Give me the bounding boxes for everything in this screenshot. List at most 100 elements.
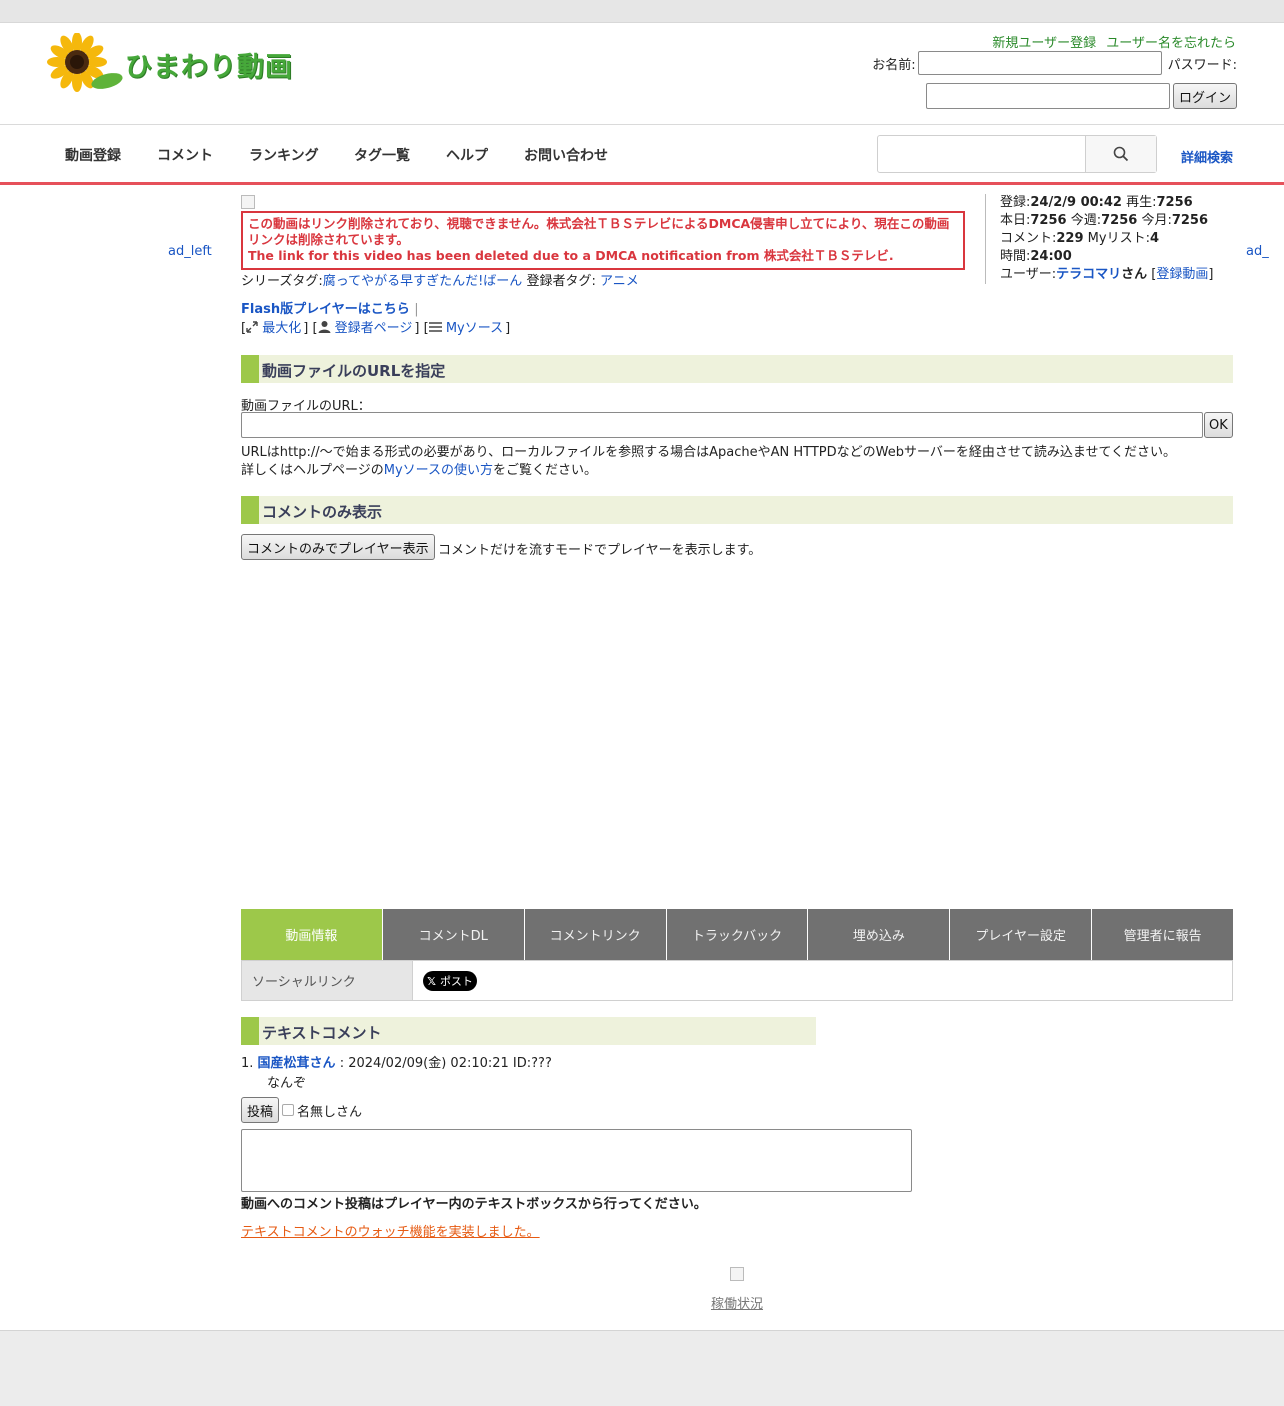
series-tag-label: シリーズタグ: (241, 274, 323, 289)
url-note-line1: URLはhttp://～で始まる形式の必要があり、ローカルファイルを参照する場合… (241, 445, 1177, 460)
user-name-link[interactable]: テラコマリ (1056, 267, 1121, 282)
stats-line-3: コメント:229 Myリスト:4 (1000, 230, 1235, 248)
plays-label: 再生: (1126, 195, 1157, 210)
anonymous-label: 名無しさん (297, 1104, 363, 1120)
registered-label: 登録: (1000, 195, 1031, 210)
anonymous-checkbox[interactable] (282, 1104, 295, 1116)
nav-item-upload[interactable]: 動画登録 (65, 145, 121, 165)
video-url-input[interactable] (241, 412, 1203, 438)
user-suffix: さん (1121, 267, 1148, 282)
status-image (730, 1267, 744, 1281)
comment-body: なんぞ (267, 1076, 307, 1091)
tool-links: [ 最大化] [ 登録者ページ] [ Myソース] (241, 321, 511, 336)
username-input[interactable] (917, 51, 1162, 75)
url-section-title: 動画ファイルのURLを指定 (262, 362, 446, 380)
search-input[interactable] (877, 135, 1157, 173)
owner-tag-link[interactable]: アニメ (600, 274, 639, 289)
post-button[interactable]: 投稿 (241, 1097, 280, 1123)
owner-page-link[interactable]: 登録者ページ (335, 321, 413, 336)
watch-feature-link[interactable]: テキストコメントのウォッチ機能を実装しました。 (241, 1221, 540, 1240)
name-label: お名前: (872, 57, 916, 73)
comment-only-player-button[interactable]: コメントのみでプレイヤー表示 (241, 534, 435, 560)
comments-label: コメント: (1000, 231, 1057, 246)
comment-author-link[interactable]: 国産松茸さん (258, 1056, 336, 1071)
today-label: 本日: (1000, 213, 1031, 228)
mylist-value: 4 (1149, 231, 1160, 246)
tab-player-settings[interactable]: プレイヤー設定 (950, 909, 1093, 960)
x-logo-icon: 𝕏 (427, 974, 436, 988)
user-label: ユーザー: (1000, 267, 1057, 282)
register-link[interactable]: 新規ユーザー登録 (992, 36, 1096, 51)
logo-text: ひまわり動画 (125, 52, 293, 83)
stats-line-4: 時間:24:00 (1000, 248, 1235, 266)
browser-top-strip (0, 0, 1284, 23)
login-row: お名前: パスワード: (872, 51, 1237, 75)
ok-button[interactable]: OK (1204, 412, 1233, 438)
maximize-icon (246, 321, 258, 333)
search-icon (1113, 146, 1129, 162)
nav-item-contact[interactable]: お問い合わせ (524, 145, 608, 165)
sunflower-icon (47, 32, 123, 92)
week-value: 7256 (1101, 213, 1138, 228)
tab-comment-download[interactable]: コメントDL (382, 909, 525, 960)
ad-left-image[interactable]: ad_left (168, 244, 212, 259)
site-logo[interactable]: ひまわり動画 (47, 32, 297, 93)
user-videos-link[interactable]: 登録動画 (1156, 267, 1208, 282)
comment-number: 1. (241, 1056, 254, 1071)
owner-tag-label: 登録者タグ: (526, 274, 596, 289)
url-note-prefix: 詳しくはヘルプページの (241, 463, 384, 478)
service-status-link[interactable]: 稼働状況 (711, 1293, 763, 1312)
week-label: 今週: (1070, 213, 1102, 228)
url-note: URLはhttp://～で始まる形式の必要があり、ローカルファイルを参照する場合… (241, 444, 1176, 480)
today-value: 7256 (1030, 213, 1067, 228)
social-links-label: ソーシャルリンク (242, 961, 413, 1000)
flash-player-link[interactable]: Flash版プレイヤーはこちら (241, 302, 410, 317)
comment-only-heading: コメントのみ表示 (241, 496, 1233, 524)
tab-report-admin[interactable]: 管理者に報告 (1092, 909, 1234, 960)
comment-textarea[interactable] (241, 1129, 912, 1192)
user-icon (318, 321, 331, 333)
tab-trackback[interactable]: トラックバック (666, 909, 809, 960)
tab-comment-link[interactable]: コメントリンク (524, 909, 667, 960)
password-input[interactable] (925, 83, 1170, 109)
ad-right-image[interactable]: ad_ (1246, 244, 1269, 259)
advanced-search-link[interactable]: 詳細検索 (1181, 147, 1233, 166)
tag-row: シリーズタグ:腐ってやがる早すぎたんだ!ばーん 登録者タグ: アニメ (241, 270, 639, 289)
stats-line-2: 本日:7256 今週:7256 今月:7256 (1000, 212, 1235, 230)
nav-item-tags[interactable]: タグ一覧 (354, 145, 410, 165)
registered-value: 24/2/9 00:42 (1030, 195, 1122, 210)
tab-video-info[interactable]: 動画情報 (241, 909, 383, 960)
nav-item-ranking[interactable]: ランキング (249, 145, 319, 165)
video-thumbnail-image (241, 195, 255, 209)
video-stats: 登録:24/2/9 00:42 再生:7256 本日:7256 今週:7256 … (985, 194, 1235, 284)
url-section-heading: 動画ファイルのURLを指定 (241, 355, 1233, 383)
comment-only-note: コメントだけを流すモードでプレイヤーを表示します。 (438, 543, 762, 558)
login-row-2: ログイン (925, 83, 1237, 109)
comment-post-note: 動画へのコメント投稿はプレイヤー内のテキストボックスから行ってください。 (241, 1197, 707, 1212)
my-source-link[interactable]: Myソース (446, 321, 503, 336)
info-tabs: 動画情報 コメントDL コメントリンク トラックバック 埋め込み プレイヤー設定… (241, 909, 1234, 960)
post-row: 投稿 名無しさん (241, 1097, 362, 1123)
page-content: ひまわり動画 新規ユーザー登録 ユーザー名を忘れたら お名前: パスワード: ロ… (0, 23, 1284, 1330)
x-post-button[interactable]: 𝕏 ポスト (423, 971, 477, 991)
forgot-username-link[interactable]: ユーザー名を忘れたら (1106, 36, 1236, 51)
nav-item-help[interactable]: ヘルプ (446, 145, 488, 165)
month-value: 7256 (1171, 213, 1209, 228)
x-post-label: ポスト (439, 975, 473, 988)
text-comment-heading: テキストコメント (241, 1017, 816, 1045)
main-nav: 動画登録 コメント ランキング タグ一覧 ヘルプ お問い合わせ 詳細検索 (0, 124, 1284, 185)
comment-entry: 1. 国産松茸さん : 2024/02/09(金) 02:10:21 ID:??… (241, 1055, 552, 1072)
tab-embed[interactable]: 埋め込み (808, 909, 951, 960)
series-tag-link[interactable]: 腐ってやがる早すぎたんだ!ばーん (323, 274, 523, 289)
maximize-link[interactable]: 最大化 (262, 321, 301, 336)
url-note-line2: 詳しくはヘルプページのMyソースの使い方をご覧ください。 (241, 462, 1176, 480)
dmca-notice-ja: この動画はリンク削除されており、視聴できません。株式会社ＴＢＳテレビによるDMC… (248, 216, 950, 247)
plays-value: 7256 (1156, 195, 1193, 210)
text-comment-title: テキストコメント (262, 1024, 382, 1042)
search-button[interactable] (1085, 136, 1156, 172)
login-button[interactable]: ログイン (1172, 83, 1237, 109)
nav-item-comment[interactable]: コメント (157, 145, 213, 165)
my-source-help-link[interactable]: Myソースの使い方 (384, 463, 493, 478)
user-links: 新規ユーザー登録 ユーザー名を忘れたら (986, 32, 1236, 51)
stats-line-5: ユーザー:テラコマリさん [登録動画] (1000, 267, 1214, 282)
